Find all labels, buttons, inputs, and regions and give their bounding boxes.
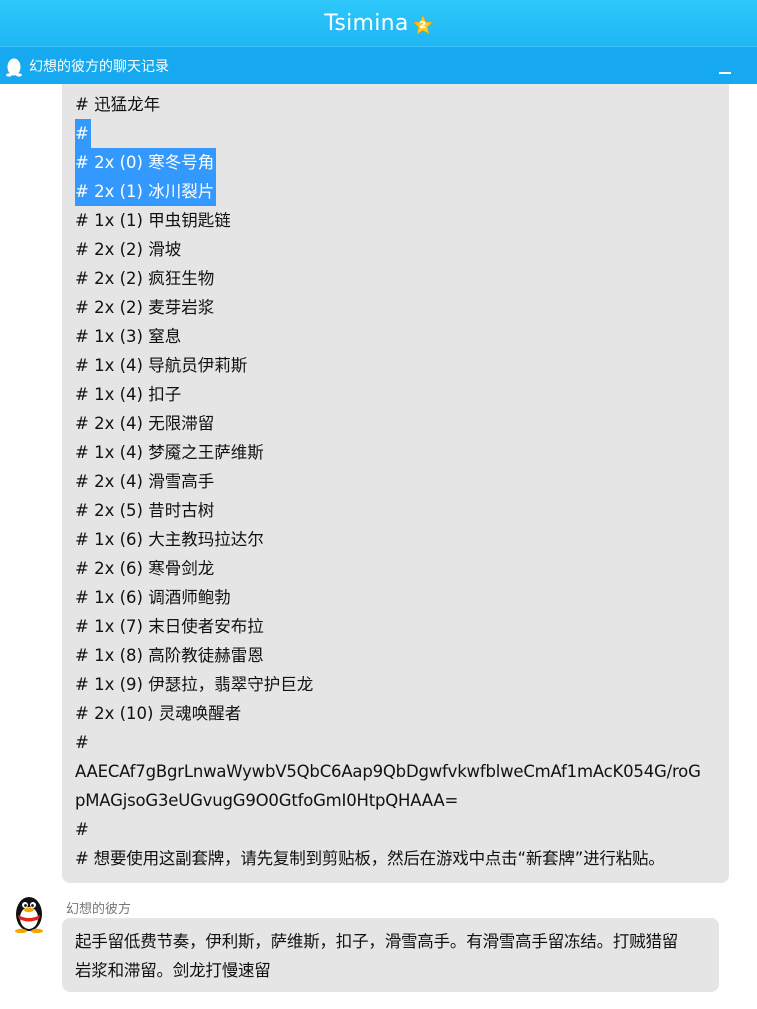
message-line: # 1x (3) 窒息 [75, 327, 182, 346]
message-line: # 2x (2) 疯狂生物 [75, 269, 215, 288]
message-line: # 1x (9) 伊瑟拉，翡翠守护巨龙 [75, 675, 314, 694]
message-line: 岩浆和滞留。剑龙打慢速留 [75, 961, 271, 980]
message-line: # 2x (2) 麦芽岩浆 [75, 298, 215, 317]
message-line: # 2x (4) 滑雪高手 [75, 472, 215, 491]
avatar[interactable] [10, 893, 48, 933]
message-line: # 1x (4) 扣子 [75, 385, 182, 404]
message-line: # 1x (4) 导航员伊莉斯 [75, 356, 248, 375]
message-line: # 迅猛龙年 [75, 95, 161, 114]
qq-penguin-icon [6, 58, 22, 77]
chat-header-bar: 幻想的彼方的聊天记录 [0, 46, 757, 84]
message-line: # [75, 820, 89, 839]
message-line: # [75, 733, 89, 752]
message-line: 起手留低费节奏，伊利斯，萨维斯，扣子，滑雪高手。有滑雪高手留冻结。打贼猎留 [75, 932, 679, 951]
message-line: # 1x (4) 梦魇之王萨维斯 [75, 443, 264, 462]
message-line: # 1x (8) 高阶教徒赫雷恩 [75, 646, 264, 665]
message-line-selected: # [75, 119, 729, 148]
level-badge-icon: 2 [412, 15, 433, 35]
message-line: # 2x (5) 昔时古树 [75, 501, 215, 520]
sender-name: 幻想的彼方 [66, 902, 132, 917]
message-line: # 2x (2) 滑坡 [75, 240, 182, 259]
message-line-selected: # 2x (1) 冰川裂片 [75, 177, 729, 206]
chat-history-title: 幻想的彼方的聊天记录 [29, 58, 169, 75]
message-line: # 2x (10) 灵魂唤醒者 [75, 704, 242, 723]
message-line: # 1x (1) 甲虫钥匙链 [75, 211, 231, 230]
window-title: Tsimina [324, 10, 409, 36]
deck-code-line: pMAGjsoG3eUGvugG9O0GtfoGmI0HtpQHAAA= [75, 791, 459, 810]
message-line: # 1x (7) 末日使者安布拉 [75, 617, 264, 636]
message-bubble-deck: # 迅猛龙年 # # 2x (0) 寒冬号角 # 2x (1) 冰川裂片 # 1… [62, 84, 729, 883]
message-line: # 想要使用这副套牌，请先复制到剪贴板，然后在游戏中点击“新套牌”进行粘贴。 [75, 849, 665, 868]
minimize-button[interactable] [719, 60, 733, 74]
message-line-selected: # 2x (0) 寒冬号角 [75, 148, 729, 177]
message-line: # 1x (6) 调酒师鲍勃 [75, 588, 231, 607]
message-line: # 1x (6) 大主教玛拉达尔 [75, 530, 264, 549]
message-line: # 2x (4) 无限滞留 [75, 414, 215, 433]
level-badge-number: 2 [419, 19, 427, 31]
message-bubble-reply: 起手留低费节奏，伊利斯，萨维斯，扣子，滑雪高手。有滑雪高手留冻结。打贼猎留 岩浆… [62, 918, 719, 992]
window-titlebar: Tsimina 2 [0, 0, 757, 46]
message-line: # 2x (6) 寒骨剑龙 [75, 559, 215, 578]
deck-code-line: AAECAf7gBgrLnwaWywbV5QbC6Aap9QbDgwfvkwfb… [75, 762, 701, 781]
